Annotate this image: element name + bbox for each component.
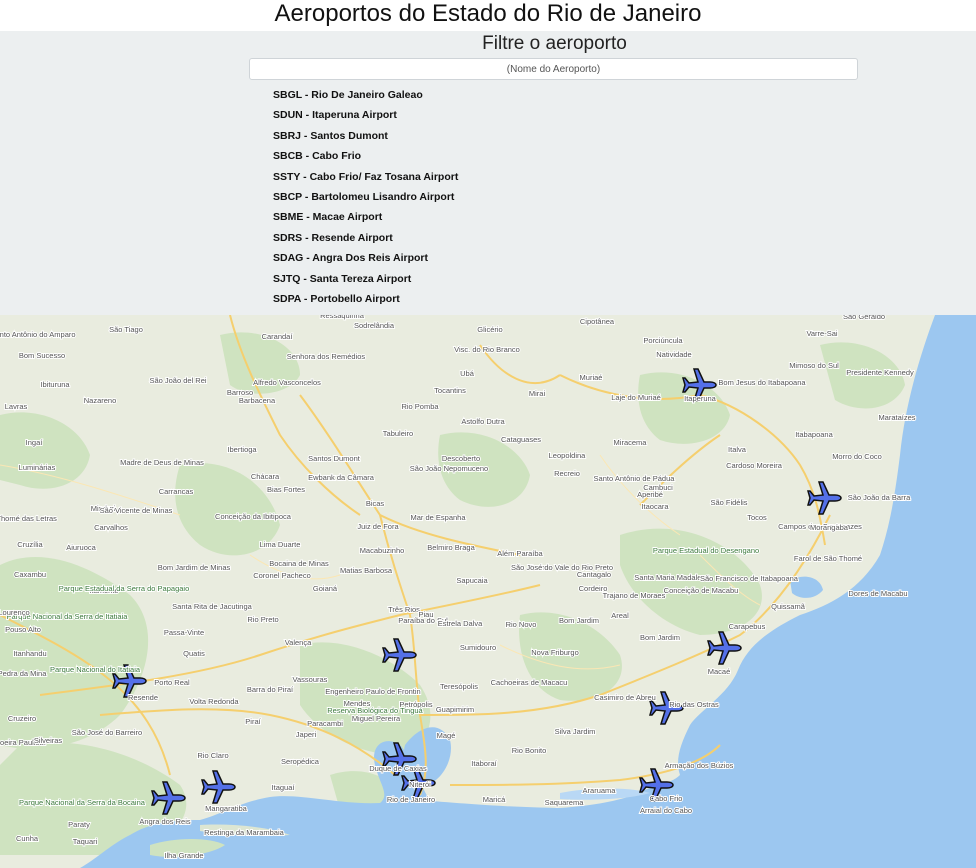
airport-marker-resende[interactable] xyxy=(110,661,150,701)
airport-search-input[interactable] xyxy=(249,58,858,80)
airport-list-item[interactable]: SSTY - Cabo Frio/ Faz Tosana Airport xyxy=(273,169,458,189)
airport-list-item[interactable]: SBGL - Rio De Janeiro Galeao xyxy=(273,87,458,107)
airplane-icon xyxy=(807,481,842,515)
filter-title: Filtre o aeroporto xyxy=(482,33,627,54)
airport-marker-tres-rios[interactable] xyxy=(380,635,420,675)
airport-list-item[interactable]: SBCP - Bartolomeu Lisandro Airport xyxy=(273,189,458,209)
filter-panel: Filtre o aeroporto SBGL - Rio De Janeiro… xyxy=(0,31,976,315)
airport-marker-macae[interactable] xyxy=(705,628,745,668)
airport-list-item[interactable]: SBRJ - Santos Dumont xyxy=(273,128,458,148)
airplane-icon xyxy=(382,638,417,672)
airport-list-item[interactable]: SBME - Macae Airport xyxy=(273,209,458,229)
airport-list-item[interactable]: SDPA - Portobello Airport xyxy=(273,291,458,311)
airport-list-item[interactable]: SDUN - Itaperuna Airport xyxy=(273,107,458,127)
airport-marker-itaperuna[interactable] xyxy=(680,365,720,405)
airplane-icon xyxy=(649,691,684,725)
airport-marker-santos-dumont[interactable] xyxy=(399,763,439,803)
airport-marker-angra-dos-reis[interactable] xyxy=(149,778,189,818)
airplane-icon xyxy=(682,368,717,402)
airport-list-item[interactable]: SDRS - Resende Airport xyxy=(273,230,458,250)
airport-list-item[interactable]: SJTQ - Santa Tereza Airport xyxy=(273,271,458,291)
airport-marker-mangaratiba[interactable] xyxy=(199,767,239,807)
airplane-icon xyxy=(639,768,674,802)
page-title: Aeroportos do Estado do Rio de Janeiro xyxy=(0,0,976,31)
airplane-icon xyxy=(707,631,742,665)
airport-marker-cabo-frio[interactable] xyxy=(637,765,677,805)
airplane-icon xyxy=(151,781,186,815)
airport-marker-campos[interactable] xyxy=(805,478,845,518)
airplane-icon xyxy=(112,664,147,698)
airport-list-item[interactable]: SBCB - Cabo Frio xyxy=(273,148,458,168)
map[interactable]: São TiagoSanto Antônio do AmparoBom Suce… xyxy=(0,315,976,868)
airport-list: SBGL - Rio De Janeiro Galeao SDUN - Itap… xyxy=(273,87,458,311)
airplane-icon xyxy=(201,770,236,804)
airplane-icon xyxy=(401,766,436,800)
map-canvas xyxy=(0,315,976,868)
airport-list-item[interactable]: SDAG - Angra Dos Reis Airport xyxy=(273,250,458,270)
airport-marker-rio-das-ostras[interactable] xyxy=(647,688,687,728)
